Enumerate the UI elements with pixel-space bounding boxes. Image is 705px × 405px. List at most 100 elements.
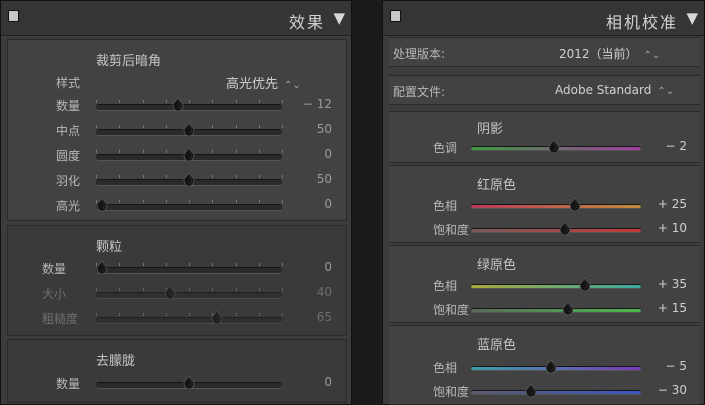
slider-value[interactable]: 40 — [292, 285, 332, 299]
slider-track[interactable] — [96, 376, 282, 390]
slider-value[interactable]: + 15 — [647, 301, 687, 315]
slider-value[interactable]: 50 — [292, 172, 332, 186]
slider-label: 高光 — [56, 199, 81, 213]
process-version-label: 处理版本: — [393, 47, 446, 61]
slider-tick — [212, 125, 214, 128]
slider-value[interactable]: + 25 — [647, 197, 687, 211]
slider-thumb[interactable] — [211, 311, 223, 325]
slider-tick — [142, 200, 144, 203]
slider-thumb[interactable] — [579, 278, 591, 292]
effects-panel: 效果 ▼ 裁剪后暗角 样式 高光优先 ⌃⌄ 数量 − 12 中点 50 圆度 0 羽化 50 高光… — [0, 0, 352, 405]
slider-value[interactable]: − 2 — [647, 139, 687, 153]
vignette-style-label: 样式 — [56, 76, 81, 90]
slider-value[interactable]: 0 — [292, 260, 332, 274]
slider-track[interactable] — [471, 278, 641, 292]
slider-thumb[interactable] — [525, 384, 537, 398]
slider-tick — [282, 100, 283, 103]
slider-value[interactable]: + 10 — [647, 221, 687, 235]
slider-track[interactable] — [471, 302, 641, 316]
slider-tick — [235, 100, 237, 103]
slider-label: 色相 — [433, 361, 458, 375]
slider-thumb[interactable] — [562, 302, 574, 316]
panel-toggle-icon[interactable] — [8, 10, 19, 22]
slider-tick — [96, 175, 97, 178]
calibration-panel-header[interactable]: 相机校准 ▼ — [383, 1, 704, 36]
slider-thumb[interactable] — [183, 123, 195, 137]
slider-value[interactable]: − 12 — [292, 97, 332, 111]
slider-track[interactable] — [471, 360, 641, 374]
slider-track[interactable] — [96, 98, 283, 112]
slider-value[interactable]: − 30 — [647, 383, 687, 397]
slider-tick — [212, 200, 214, 203]
slider-value[interactable]: 0 — [292, 147, 332, 161]
slider-track[interactable] — [96, 123, 283, 137]
slider-track[interactable] — [471, 140, 641, 154]
slider-track[interactable] — [96, 311, 283, 325]
grain-section: 颗粒 数量 0 大小 40 粗糙度 65 — [7, 225, 347, 336]
vignette-style-dropdown[interactable]: 高光优先 ⌃⌄ — [226, 73, 301, 92]
slider-thumb[interactable] — [559, 222, 571, 236]
slider-value[interactable]: − 5 — [647, 359, 687, 373]
slider-thumb[interactable] — [183, 148, 195, 162]
slider-track[interactable] — [471, 198, 641, 212]
slider-label: 羽化 — [56, 174, 81, 188]
slider-track[interactable] — [96, 286, 283, 300]
slider-value[interactable]: 65 — [292, 310, 332, 324]
slider-thumb[interactable] — [569, 198, 581, 212]
slider-tick — [119, 125, 121, 128]
slider-tick — [142, 125, 144, 128]
slider-tick — [119, 100, 121, 103]
dehaze-section: 去朦胧 数量 0 — [7, 339, 347, 403]
slider-tick — [282, 313, 283, 316]
blue-primary-section: 蓝原色 色相 − 5 饱和度 − 30 — [389, 325, 700, 405]
shadows-section-title: 阴影 — [477, 122, 504, 137]
slider-thumb[interactable] — [172, 98, 184, 112]
slider-value[interactable]: 50 — [292, 122, 332, 136]
slider-value[interactable]: + 35 — [647, 277, 687, 291]
slider-tick — [189, 200, 190, 203]
slider-label: 圆度 — [56, 149, 81, 163]
slider-tick — [282, 125, 283, 128]
slider-thumb[interactable] — [548, 140, 560, 154]
panel-toggle-icon[interactable] — [390, 10, 401, 22]
slider-tick — [212, 175, 214, 178]
slider-label: 粗糙度 — [42, 312, 79, 326]
slider-tick — [235, 288, 237, 291]
collapse-triangle-icon[interactable]: ▼ — [686, 9, 698, 27]
slider-tick — [165, 200, 167, 203]
slider-tick — [189, 263, 190, 266]
slider-tick — [119, 200, 121, 203]
slider-thumb[interactable] — [183, 376, 195, 390]
slider-value[interactable]: 0 — [292, 197, 332, 211]
slider-track[interactable] — [96, 261, 283, 275]
slider-thumb[interactable] — [164, 286, 176, 300]
slider-track[interactable] — [471, 384, 641, 398]
slider-tick — [235, 313, 237, 316]
slider-tick — [212, 263, 214, 266]
process-version-dropdown[interactable]: 2012（当前） ⌃⌄ — [559, 45, 660, 62]
effects-panel-header[interactable]: 效果 ▼ — [1, 1, 351, 36]
slider-thumb[interactable] — [96, 261, 108, 275]
green-primary-section: 绿原色 色相 + 35 饱和度 + 15 — [389, 245, 700, 323]
profile-dropdown[interactable]: Adobe Standard ⌃⌄ — [555, 83, 674, 97]
slider-tick — [235, 150, 237, 153]
slider-track[interactable] — [471, 222, 641, 236]
post-crop-vignette-section: 裁剪后暗角 样式 高光优先 ⌃⌄ 数量 − 12 中点 50 圆度 0 羽化 50 高光 0 — [7, 39, 347, 221]
slider-tick — [282, 150, 283, 153]
slider-tick — [119, 263, 121, 266]
collapse-triangle-icon[interactable]: ▼ — [333, 9, 345, 27]
slider-tick — [258, 100, 260, 103]
slider-label: 数量 — [56, 377, 81, 391]
effects-panel-title: 效果 — [288, 13, 325, 32]
slider-tick — [96, 288, 97, 291]
slider-thumb[interactable] — [96, 198, 108, 212]
slider-thumb[interactable] — [183, 173, 195, 187]
slider-track[interactable] — [96, 173, 283, 187]
slider-track[interactable] — [96, 198, 283, 212]
slider-value[interactable]: 0 — [292, 375, 332, 389]
slider-tick — [96, 125, 97, 128]
slider-tick — [282, 200, 283, 203]
slider-tick — [212, 100, 214, 103]
slider-thumb[interactable] — [545, 360, 557, 374]
slider-track[interactable] — [96, 148, 283, 162]
